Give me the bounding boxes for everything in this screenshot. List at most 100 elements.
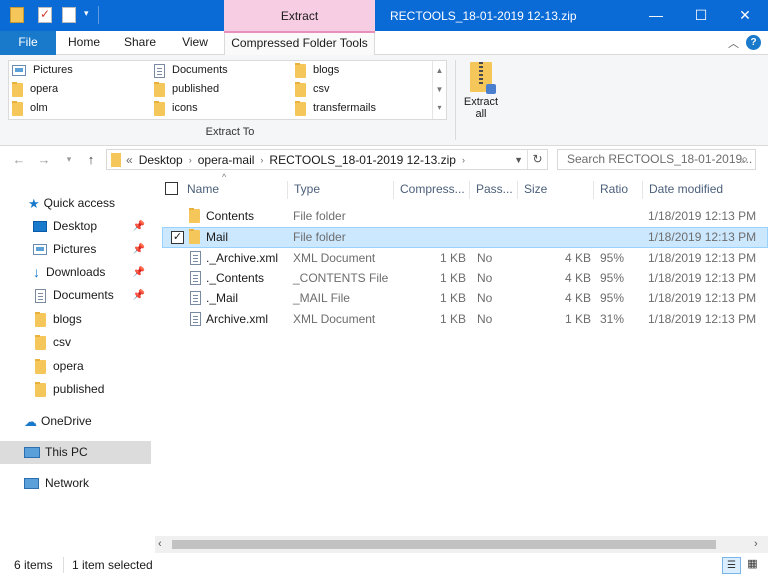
sidebar-item-label: Documents	[53, 288, 114, 302]
scrollbar-thumb[interactable]	[172, 540, 716, 549]
folder-icon	[35, 381, 46, 397]
search-input[interactable]: Search RECTOOLS_18-01-2019... ⌕	[557, 149, 756, 170]
chevron-right-icon[interactable]: ›	[260, 155, 263, 165]
file-size: 4 KB	[565, 251, 592, 265]
gallery-item-label: Pictures	[33, 64, 73, 76]
help-icon[interactable]: ?	[746, 35, 761, 50]
tab-share[interactable]: Share	[116, 31, 164, 55]
xml-file-icon	[190, 251, 201, 265]
column-compressed-size[interactable]: Compress...	[394, 181, 470, 199]
downloads-icon: ↓	[33, 264, 40, 280]
file-row[interactable]: ._Mail _MAIL File 1 KB No 4 KB 95% 1/18/…	[162, 288, 768, 309]
gallery-item-csv[interactable]: csv	[295, 80, 376, 99]
sidebar-item-opera[interactable]: opera	[0, 355, 151, 378]
documents-icon	[35, 288, 46, 303]
address-bar[interactable]: « Desktop › opera-mail › RECTOOLS_18-01-…	[106, 149, 548, 170]
ribbon-divider	[455, 60, 456, 140]
tab-home[interactable]: Home	[60, 31, 108, 55]
gallery-item-blogs[interactable]: blogs	[295, 61, 376, 80]
gallery-item-label: blogs	[313, 64, 340, 76]
gallery-scrollbar[interactable]: ▲ ▼ ▾	[432, 61, 446, 119]
file-type: File folder	[293, 230, 346, 244]
pin-icon[interactable]: 📌	[133, 238, 145, 261]
gallery-item-icons[interactable]: icons	[154, 99, 228, 118]
sidebar-item-desktop[interactable]: Desktop 📌	[0, 215, 151, 238]
gallery-more-icon[interactable]: ▾	[433, 99, 446, 117]
tab-file[interactable]: File	[0, 31, 56, 55]
column-name[interactable]: Name	[181, 181, 288, 199]
chevron-down-icon[interactable]: ▼	[433, 80, 446, 99]
gallery-item-pictures[interactable]: Pictures	[12, 61, 73, 80]
minimize-icon[interactable]: —	[633, 0, 679, 31]
file-row[interactable]: Contents File folder 1/18/2019 12:13 PM	[162, 206, 768, 227]
back-arrow-icon[interactable]: ←	[8, 146, 30, 173]
file-row[interactable]: ._Archive.xml XML Document 1 KB No 4 KB …	[162, 248, 768, 269]
sidebar-item-csv[interactable]: csv	[0, 331, 151, 354]
sidebar-item-this-pc[interactable]: This PC	[0, 441, 151, 464]
chevron-down-icon[interactable]: ▼	[514, 155, 523, 165]
sidebar-item-documents[interactable]: Documents 📌	[0, 284, 151, 307]
hidden-crumbs-icon[interactable]: «	[126, 153, 133, 167]
extract-all-button[interactable]: Extract all	[460, 60, 502, 126]
gallery-item-published[interactable]: published	[154, 80, 228, 99]
file-password: No	[477, 291, 493, 305]
chevron-up-icon[interactable]: ︿	[728, 35, 739, 51]
pin-icon[interactable]: 📌	[133, 261, 145, 284]
sidebar-item-pictures[interactable]: Pictures 📌	[0, 238, 151, 261]
recent-locations-icon[interactable]: ▾	[62, 146, 76, 173]
gallery-item-documents[interactable]: Documents	[154, 61, 228, 80]
refresh-icon[interactable]: ↻	[527, 150, 547, 169]
sidebar-item-downloads[interactable]: ↓ Downloads 📌	[0, 261, 151, 284]
pin-icon[interactable]: 📌	[133, 215, 145, 238]
column-ratio[interactable]: Ratio	[594, 181, 643, 199]
sidebar-item-label: This PC	[45, 445, 88, 459]
column-type[interactable]: Type	[288, 181, 394, 199]
tab-view[interactable]: View	[171, 31, 219, 55]
properties-icon[interactable]: ✓	[38, 7, 52, 23]
gallery-item-opera[interactable]: opera	[12, 80, 73, 99]
tab-compressed-folder-tools[interactable]: Compressed Folder Tools	[224, 31, 375, 56]
sidebar-item-published[interactable]: published	[0, 378, 151, 401]
sidebar-item-onedrive[interactable]: ☁ OneDrive	[0, 410, 151, 433]
column-date-modified[interactable]: Date modified	[643, 181, 759, 199]
folder-icon	[295, 81, 306, 97]
close-icon[interactable]: ✕	[722, 0, 768, 31]
maximize-icon[interactable]: ☐	[678, 0, 724, 31]
sidebar-item-network[interactable]: Network	[0, 472, 151, 495]
file-size: 4 KB	[565, 271, 592, 285]
chevron-right-icon[interactable]: ›	[189, 155, 192, 165]
chevron-right-icon[interactable]: ›	[462, 155, 465, 165]
chevron-left-icon[interactable]: ‹	[158, 538, 162, 550]
column-password[interactable]: Pass...	[470, 181, 518, 199]
folder-icon	[154, 100, 165, 116]
documents-icon	[154, 63, 165, 78]
up-arrow-icon[interactable]: ↑	[80, 146, 102, 173]
chevron-up-icon[interactable]: ▲	[433, 61, 446, 80]
file-row-selected[interactable]: ✓ Mail File folder 1/18/2019 12:13 PM	[162, 227, 768, 248]
forward-arrow-icon[interactable]: →	[33, 146, 55, 173]
large-icons-view-icon[interactable]: ▦	[743, 557, 762, 574]
folder-icon[interactable]	[10, 7, 24, 23]
pin-icon[interactable]: 📌	[133, 284, 145, 307]
folder-icon	[35, 334, 46, 350]
breadcrumb-desktop[interactable]: Desktop	[139, 153, 183, 167]
gallery-item-transfermails[interactable]: transfermails	[295, 99, 376, 118]
selection-count: 1 item selected	[72, 558, 153, 572]
breadcrumb-opera-mail[interactable]: opera-mail	[198, 153, 255, 167]
breadcrumb-zip[interactable]: RECTOOLS_18-01-2019 12-13.zip	[269, 153, 456, 167]
zip-extract-icon	[470, 62, 496, 94]
column-size[interactable]: Size	[518, 181, 594, 199]
details-view-icon[interactable]: ☰	[722, 557, 741, 574]
gallery-item-olm[interactable]: olm	[12, 99, 73, 118]
new-folder-icon[interactable]	[62, 7, 76, 23]
sidebar-item-blogs[interactable]: blogs	[0, 308, 151, 331]
chevron-right-icon[interactable]: ›	[754, 538, 758, 550]
customize-quick-access-icon[interactable]: ▾	[84, 8, 89, 19]
sidebar-item-label: Pictures	[53, 242, 97, 256]
select-all-checkbox[interactable]	[165, 182, 178, 195]
file-row[interactable]: Archive.xml XML Document 1 KB No 1 KB 31…	[162, 309, 768, 330]
file-row[interactable]: ._Contents _CONTENTS File 1 KB No 4 KB 9…	[162, 268, 768, 289]
sidebar-item-quick-access[interactable]: ★ Quick access	[0, 192, 151, 215]
row-checkbox[interactable]: ✓	[171, 231, 184, 244]
file-name: Mail	[206, 230, 229, 244]
